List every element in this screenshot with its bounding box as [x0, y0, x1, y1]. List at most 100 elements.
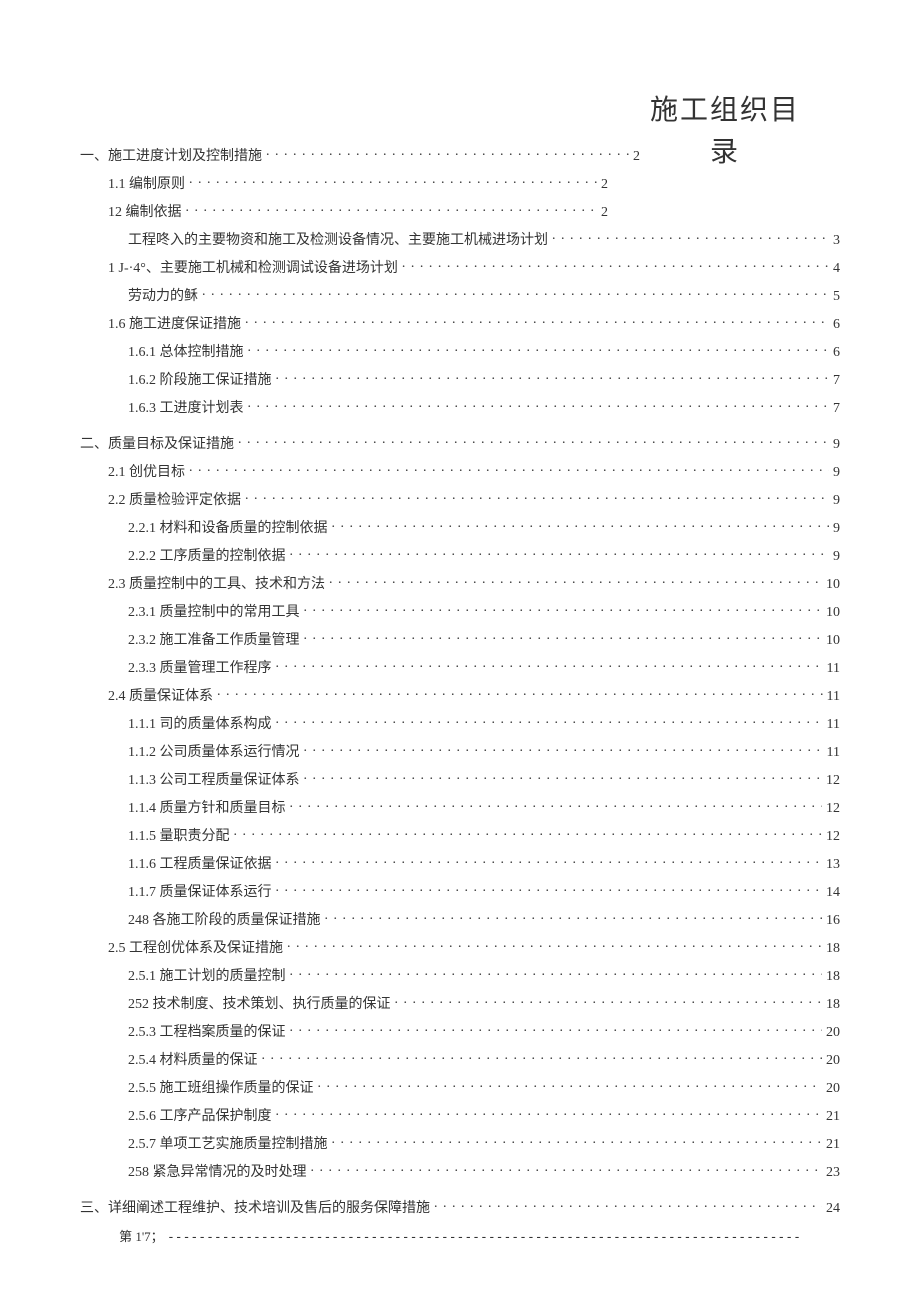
toc-row: 258 紧急异常情况的及时处理 23 [128, 1161, 840, 1181]
toc-page-number: 12 [826, 773, 840, 789]
document-title: 施工组织目 录 [650, 90, 800, 174]
toc-row: 1.1.1 司的质量体系构成11 [128, 713, 840, 733]
toc-dot-leader [262, 1050, 823, 1064]
toc-entry-label: 2.3.2 施工准备工作质量管理 [128, 629, 300, 649]
toc-entry-label: 2.5.6 工序产品保护制度 [128, 1105, 272, 1125]
toc-dot-leader [266, 146, 629, 160]
toc-page-number: 18 [826, 969, 840, 985]
toc-page-number: 16 [826, 913, 840, 929]
toc-page-number: 18 [826, 997, 840, 1013]
toc-dot-leader [332, 518, 830, 532]
toc-dot-leader [217, 686, 823, 700]
toc-page-number: 21 [826, 1109, 840, 1125]
toc-page-number: 12 [826, 829, 840, 845]
toc-entry-label: 1.1 编制原则 [108, 173, 185, 193]
table-of-contents: 一、施工进度计划及控制措施21.1 编制原则212 编制依据2工程咚入的主要物资… [80, 145, 840, 1217]
toc-row: 1.1.5 量职责分配 12 [128, 825, 840, 845]
toc-page-number: 5 [833, 289, 840, 305]
toc-page-number: 6 [833, 317, 840, 333]
toc-page-number: 11 [827, 689, 840, 705]
page-footer: 第 1'7； ---------------------------------… [0, 1226, 920, 1245]
toc-dot-leader [290, 546, 830, 560]
toc-entry-label: 12 编制依据 [108, 201, 182, 221]
toc-entry-label: 1.1.3 公司工程质量保证体系 [128, 769, 300, 789]
toc-page-number: 7 [833, 401, 840, 417]
toc-entry-label: 1.6.2 阶段施工保证措施 [128, 369, 272, 389]
toc-page-number: 3 [833, 233, 840, 249]
toc-dot-leader [552, 230, 829, 244]
toc-row: 1.1.6 工程质量保证依据13 [128, 853, 840, 873]
toc-entry-label: 2.2 质量检验评定依据 [108, 489, 241, 509]
toc-page-number: 20 [826, 1025, 840, 1041]
toc-row: 三、详细阐述工程维护、技术培训及售后的服务保障措施24 [80, 1197, 840, 1217]
footer-dash-line: ----------------------------------------… [167, 1230, 801, 1245]
toc-page-number: 9 [833, 465, 840, 481]
toc-entry-label: 1.1.6 工程质量保证依据 [128, 853, 272, 873]
toc-page-number: 2 [633, 149, 640, 165]
toc-entry-label: 1 J-·4°、主要施工机械和检测调试设备进场计划 [108, 257, 398, 277]
toc-page-number: 9 [833, 437, 840, 453]
toc-dot-leader [304, 742, 823, 756]
toc-row: 1.1.7 质量保证体系运行14 [128, 881, 840, 901]
toc-row: 2.5.1 施工计划的质量控制18 [128, 965, 840, 985]
toc-row: 252 技术制度、技术策划、执行质量的保证18 [128, 993, 840, 1013]
toc-entry-label: 劳动力的稣 [128, 285, 198, 305]
toc-page-number: 12 [826, 801, 840, 817]
toc-row: 劳动力的稣 5 [128, 285, 840, 305]
toc-dot-leader [290, 798, 823, 812]
toc-row: 2.4 质量保证体系11 [108, 685, 840, 705]
toc-dot-leader [290, 966, 823, 980]
toc-entry-label: 1.6.3 工进度计划表 [128, 397, 244, 417]
toc-row: 2.2 质量检验评定依据9 [108, 489, 840, 509]
toc-row: 2.3.1 质量控制中的常用工具10 [128, 601, 840, 621]
toc-dot-leader [287, 938, 822, 952]
toc-row: 1.1.2 公司质量体系运行情况 11 [128, 741, 840, 761]
toc-dot-leader [276, 854, 823, 868]
toc-row: 1.1.4 质量方针和质量目标12 [128, 797, 840, 817]
toc-row: 1 J-·4°、主要施工机械和检测调试设备进场计划 4 [108, 257, 840, 277]
toc-dot-leader [290, 1022, 823, 1036]
toc-page-number: 24 [826, 1201, 840, 1217]
toc-page-number: 10 [826, 605, 840, 621]
toc-dot-leader [304, 602, 823, 616]
toc-entry-label: 258 紧急异常情况的及时处理 [128, 1161, 307, 1181]
toc-entry-label: 1.1.2 公司质量体系运行情况 [128, 741, 300, 761]
toc-dot-leader [276, 370, 830, 384]
toc-row: 1.6.1 总体控制措施 6 [128, 341, 840, 361]
toc-row: 12 编制依据2 [108, 201, 608, 221]
toc-page-number: 11 [827, 661, 840, 677]
toc-dot-leader [318, 1078, 823, 1092]
toc-dot-leader [304, 770, 823, 784]
toc-page-number: 23 [826, 1165, 840, 1181]
title-line-1: 施工组织目 [650, 90, 800, 132]
toc-entry-label: 一、施工进度计划及控制措施 [80, 145, 262, 165]
toc-page-number: 4 [833, 261, 840, 277]
toc-dot-leader [202, 286, 829, 300]
toc-page-number: 18 [826, 941, 840, 957]
toc-dot-leader [186, 202, 598, 216]
toc-row: 2.3 质量控制中的工具、技术和方法10 [108, 573, 840, 593]
toc-entry-label: 2.2.1 材料和设备质量的控制依据 [128, 517, 328, 537]
toc-row: 2.5 工程创优体系及保证措施18 [108, 937, 840, 957]
toc-page-number: 7 [833, 373, 840, 389]
toc-row: 2.5.4 材料质量的保证20 [128, 1049, 840, 1069]
toc-row: 248 各施工阶段的质量保证措施16 [128, 909, 840, 929]
toc-entry-label: 1.1.5 量职责分配 [128, 825, 230, 845]
footer-page-label: 第 1'7； [119, 1229, 164, 1244]
toc-row: 2.1 创优目标9 [108, 461, 840, 481]
toc-dot-leader [248, 398, 830, 412]
toc-row: 2.5.7 单项工艺实施质量控制措施21 [128, 1133, 840, 1153]
toc-dot-leader [245, 314, 829, 328]
toc-entry-label: 2.5.7 单项工艺实施质量控制措施 [128, 1133, 328, 1153]
toc-page-number: 20 [826, 1053, 840, 1069]
toc-dot-leader [402, 258, 829, 272]
toc-entry-label: 2.2.2 工序质量的控制依据 [128, 545, 286, 565]
toc-row: 2.3.2 施工准备工作质量管理10 [128, 629, 840, 649]
toc-entry-label: 1.6.1 总体控制措施 [128, 341, 244, 361]
toc-dot-leader [189, 462, 829, 476]
toc-page-number: 6 [833, 345, 840, 361]
toc-row: 1.1.3 公司工程质量保证体系 12 [128, 769, 840, 789]
toc-page-number: 11 [827, 717, 840, 733]
toc-row: 1.1 编制原则2 [108, 173, 608, 193]
toc-page-number: 11 [827, 745, 840, 761]
